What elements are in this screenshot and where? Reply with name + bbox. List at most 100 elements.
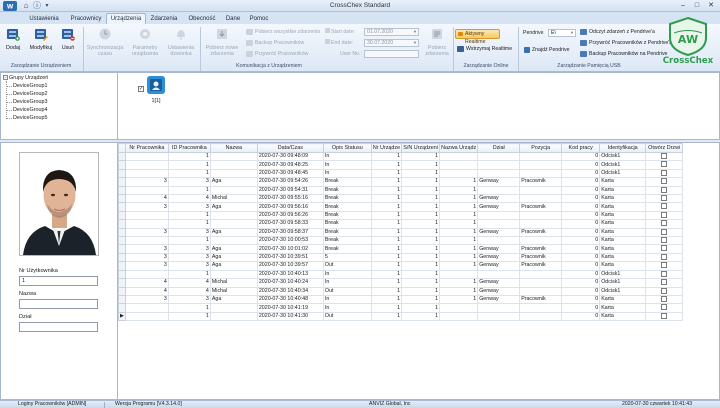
column-header[interactable]: Dział [477,143,521,153]
open-door-cell[interactable] [645,202,684,212]
close-button[interactable]: ✕ [704,1,718,10]
open-door-checkbox[interactable] [661,262,668,269]
restore-employees-button[interactable]: Przywróć Pracowników [246,50,308,59]
maximize-button[interactable]: □ [690,1,704,10]
open-door-cell[interactable] [645,227,684,238]
table-row[interactable]: 1 2020-07-30 09:48:09 In 1 1 0 Odcisk1 [118,151,684,162]
employee-id-field[interactable]: 1 [19,276,98,286]
download-events-button[interactable]: Pobierz zdarzenia [422,27,452,59]
start-date-input[interactable]: 01.07.2020 ▼ [364,28,419,36]
open-door-cell[interactable] [645,177,684,187]
open-door-checkbox[interactable] [661,279,668,286]
column-header[interactable]: Otwórz Drzwi [645,143,684,153]
sync-time-button[interactable]: Synchronizacja czasu [86,27,124,59]
open-door-checkbox[interactable] [661,254,668,260]
open-door-cell[interactable] [645,244,684,254]
column-header[interactable]: S/N Urządzeni [401,143,441,153]
table-row[interactable]: 4 4 Michal 2020-07-30 10:40:24 In 1 1 1 Genway 0 O… [118,278,684,288]
column-header[interactable]: Nazwa Urządz [439,143,479,153]
employee-dept-field[interactable] [19,322,98,332]
open-door-checkbox[interactable] [661,304,668,311]
add-device-button[interactable]: Dodaj [3,27,23,59]
open-door-cell[interactable] [645,278,684,288]
restore-employees-usb-button[interactable]: Przywróć Pracowników z Pendrive'a [580,39,672,48]
user-no-input[interactable] [364,50,419,58]
open-door-checkbox[interactable] [661,296,668,302]
table-row[interactable]: 4 4 Michal 2020-07-30 10:40:34 Out 1 1 1 Genway 0… [118,286,684,296]
open-door-checkbox[interactable] [661,246,668,252]
table-row[interactable]: 1 2020-07-30 09:56:26 Break 1 1 1 0 Karta [118,210,684,221]
table-row[interactable]: 1 2020-07-30 09:54:31 Break 1 1 1 0 Karta [118,185,684,196]
column-header[interactable]: Identyfikacja [599,143,647,153]
open-door-cell[interactable] [645,252,684,263]
column-header[interactable]: Kod pracy [561,143,601,153]
collapse-toggle-icon[interactable]: − [3,75,8,81]
open-door-cell[interactable] [645,269,684,280]
bell-settings-button[interactable]: Ustawienia dzwonka [164,27,198,59]
open-door-checkbox[interactable] [661,187,668,193]
open-door-checkbox[interactable] [661,220,668,227]
open-door-checkbox[interactable] [661,229,668,235]
device-parameters-button[interactable]: Parametry urządzenia [126,27,164,59]
find-pendrive-button[interactable]: Znajdź Pendrive [524,46,570,55]
tab-pracownicy[interactable]: Pracownicy [66,14,106,24]
open-door-cell[interactable] [645,294,684,305]
tab-dane[interactable]: Dane [222,14,244,24]
open-door-cell[interactable] [645,194,684,204]
column-header[interactable]: Nazwa [209,143,258,153]
table-row[interactable]: 4 4 Michal 2020-07-30 09:55:16 Break 1 1 1 Genwa… [118,194,684,204]
column-header[interactable]: Opis Statusu [322,143,372,153]
tree-root[interactable]: − Grupy Urządzeń [3,75,48,82]
column-header[interactable]: Nr Urządze [370,143,403,153]
read-events-usb-button[interactable]: Odczyt zdarzeń z Pendrive'a [580,28,655,37]
table-row[interactable]: ▶ 1 2020-07-30 10:41:30 Out 1 1 0 Karta [118,311,684,322]
open-door-cell[interactable] [645,236,684,246]
open-door-cell[interactable] [645,151,684,162]
table-row[interactable]: 3 3 Aga 2020-07-30 10:39:51 5 1 1 1 Genway Pracow… [118,252,684,263]
table-row[interactable]: 3 3 Aga 2020-07-30 10:39:57 Out 1 1 1 Genway Prac… [118,261,684,271]
end-date-input[interactable]: 30.07.2020 ▼ [364,39,419,47]
table-row[interactable]: 1 2020-07-30 10:41:19 In 1 1 0 Karta [118,303,684,313]
open-door-cell[interactable] [645,160,684,170]
table-row[interactable]: 3 3 Aga 2020-07-30 09:58:37 Break 1 1 1 Genway Pr… [118,227,684,238]
tab-pomoc[interactable]: Pomoc [246,14,272,24]
column-header[interactable]: Nr Pracownika [124,143,169,153]
table-row[interactable]: 3 3 Aga 2020-07-30 09:56:16 Break 1 1 1 Genway Pr… [118,202,684,212]
delete-device-button[interactable]: Usuń [59,27,77,59]
open-door-checkbox[interactable] [661,195,668,202]
column-header[interactable]: Data/Czas [256,143,324,153]
backup-employees-button[interactable]: Backup Pracowników [246,39,304,48]
tree-item-devicegroup5[interactable]: DeviceGroup5 [5,115,47,122]
open-door-cell[interactable] [645,261,684,271]
minimize-button[interactable]: – [676,1,690,10]
open-door-checkbox[interactable] [661,170,668,176]
open-door-cell[interactable] [645,210,684,221]
open-door-cell[interactable] [645,303,684,313]
table-row[interactable]: 1 2020-07-30 09:48:25 In 1 1 0 Odcisk1 [118,160,684,170]
tab-obecnosc[interactable]: Obecność [182,14,222,24]
tab-ustawienia[interactable]: Ustawienia [22,14,66,24]
table-row[interactable]: 1 2020-07-30 09:48:45 In 1 1 0 Odcisk1 [118,168,684,179]
open-door-cell[interactable] [645,168,684,179]
table-row[interactable]: 3 3 Aga 2020-07-30 09:54:26 Break 1 1 1 Genway Pr… [118,177,684,187]
open-door-cell[interactable] [645,219,684,229]
open-door-checkbox[interactable] [661,237,668,244]
modify-device-button[interactable]: Modyfikuj [26,27,56,59]
download-new-events-button[interactable]: Pobierz nowe zdarzenia [203,27,241,59]
open-door-checkbox[interactable] [661,212,668,218]
open-door-checkbox[interactable] [661,161,668,168]
open-door-checkbox[interactable] [661,288,668,294]
table-row[interactable]: 1 2020-07-30 09:58:33 Break 1 1 1 0 Karta [118,219,684,229]
download-all-events-button[interactable]: Pobierz wszystkie zdarzenia [246,28,320,37]
tab-zdarzenia[interactable]: Zdarzenia [146,14,182,24]
tree-item-devicegroup2[interactable]: DeviceGroup2 [5,91,47,98]
pendrive-select[interactable]: E\ ▼ [548,29,576,37]
table-row[interactable]: 1 2020-07-30 10:40:13 In 1 1 0 Odcisk1 [118,269,684,280]
device-checkbox[interactable]: ✓ [138,86,144,92]
table-row[interactable]: 3 3 Aga 2020-07-30 10:40:48 In 1 1 1 Genway Praco… [118,294,684,305]
open-door-checkbox[interactable] [661,178,668,185]
table-row[interactable]: 1 2020-07-30 10:00:53 Break 1 1 1 0 Karta [118,236,684,246]
tree-item-devicegroup4[interactable]: DeviceGroup4 [5,107,47,114]
table-row[interactable]: 3 3 Aga 2020-07-30 10:01:02 Break 1 1 1 Genway Pr… [118,244,684,254]
open-door-cell[interactable] [645,311,684,322]
